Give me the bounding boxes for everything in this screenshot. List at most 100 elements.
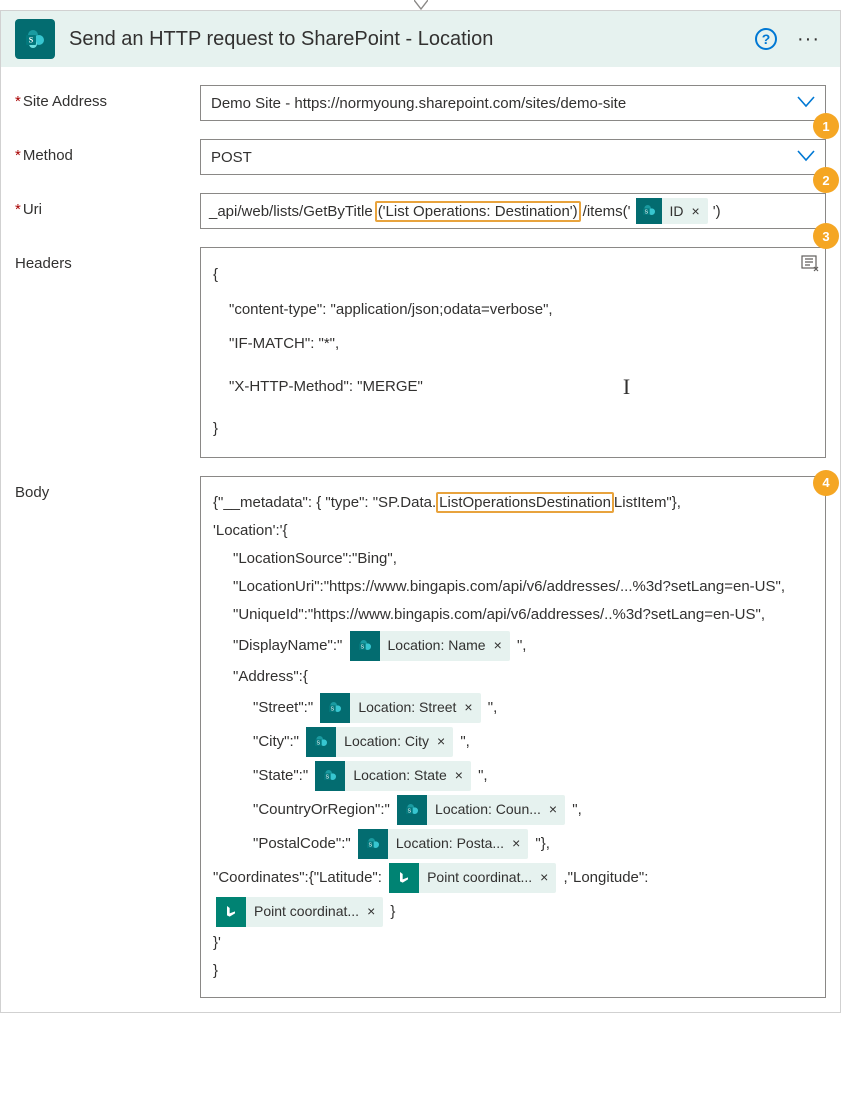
site-address-label: *Site Address	[15, 85, 180, 121]
token-remove-icon[interactable]: ×	[437, 730, 445, 752]
headers-line: "IF-MATCH": "*",	[213, 327, 339, 362]
body-line: "UniqueId":"https://www.bingapis.com/api…	[213, 603, 813, 627]
action-card: S Send an HTTP request to SharePoint - L…	[0, 10, 841, 1013]
token-label: Location: City	[344, 730, 429, 752]
help-icon[interactable]: ?	[755, 28, 777, 50]
bing-token-icon	[216, 897, 246, 927]
body-line: {"__metadata": { "type": "SP.Data.ListOp…	[213, 491, 813, 515]
uri-input[interactable]: _api/web/lists/GetByTitle('List Operatio…	[200, 193, 826, 229]
method-value: POST	[211, 149, 252, 166]
sharepoint-token-icon: S	[315, 761, 345, 791]
chevron-down-icon	[797, 95, 815, 112]
body-line: "City":" SLocation: City× ",	[213, 727, 813, 757]
token-remove-icon[interactable]: ×	[367, 900, 375, 922]
headers-line: {	[213, 266, 218, 283]
token-label: Location: Coun...	[435, 798, 541, 820]
dynamic-token-longitude[interactable]: Point coordinat... ×	[216, 897, 383, 927]
headers-line: }	[213, 420, 218, 437]
token-label: Point coordinat...	[254, 900, 359, 922]
svg-text:S: S	[360, 644, 364, 650]
body-line: "LocationSource":"Bing",	[213, 547, 813, 571]
body-line: "LocationUri":"https://www.bingapis.com/…	[213, 575, 813, 599]
annotation-badge-1: 1	[813, 113, 839, 139]
token-label: Location: State	[353, 764, 446, 786]
body-line: "DisplayName":" S Location: Name× ",	[213, 631, 813, 661]
uri-row: *Uri _api/web/lists/GetByTitle('List Ope…	[15, 193, 826, 229]
body-line: "CountryOrRegion":" SLocation: Coun...× …	[213, 795, 813, 825]
svg-text:S: S	[644, 209, 648, 215]
annotation-badge-4: 4	[813, 470, 839, 496]
body-line: 'Location':'{	[213, 519, 813, 543]
body-line: Point coordinat...× }	[213, 897, 813, 927]
sharepoint-icon: S	[15, 19, 55, 59]
svg-text:S: S	[317, 740, 321, 746]
dynamic-token-location-name[interactable]: S Location: Name ×	[350, 631, 510, 661]
body-line: "Coordinates":{"Latitude": Point coordin…	[213, 863, 813, 893]
uri-highlight: ('List Operations: Destination')	[375, 201, 581, 222]
body-highlight: ListOperationsDestination	[436, 492, 614, 513]
dynamic-token-id[interactable]: S ID ×	[636, 198, 708, 224]
method-label: *Method	[15, 139, 180, 175]
headers-row: Headers { "content-type": "application/j…	[15, 247, 826, 458]
body-line: "Street":" SLocation: Street× ",	[213, 693, 813, 723]
site-address-row: *Site Address Demo Site - https://normyo…	[15, 85, 826, 121]
headers-input[interactable]: { "content-type": "application/json;odat…	[200, 247, 826, 458]
svg-text:S: S	[29, 36, 34, 45]
uri-label: *Uri	[15, 193, 180, 229]
sharepoint-token-icon: S	[636, 198, 662, 224]
bing-token-icon	[389, 863, 419, 893]
body-line: "PostalCode":" SLocation: Posta...× "},	[213, 829, 813, 859]
body-input[interactable]: {"__metadata": { "type": "SP.Data.ListOp…	[200, 476, 826, 998]
sharepoint-token-icon: S	[306, 727, 336, 757]
flow-connector-arrow	[414, 0, 428, 10]
uri-text-suffix: ')	[713, 203, 721, 220]
svg-text:S: S	[368, 842, 372, 848]
dynamic-token-location-street[interactable]: S Location: Street ×	[320, 693, 480, 723]
headers-line: "content-type": "application/json;odata=…	[213, 293, 553, 328]
dynamic-token-location-postal[interactable]: S Location: Posta... ×	[358, 829, 528, 859]
chevron-down-icon	[797, 149, 815, 166]
method-dropdown[interactable]: POST	[200, 139, 826, 175]
svg-text:S: S	[408, 808, 412, 814]
svg-text:S: S	[326, 774, 330, 780]
dynamic-token-latitude[interactable]: Point coordinat... ×	[389, 863, 556, 893]
body-line: "Address":{	[213, 665, 813, 689]
token-remove-icon[interactable]: ×	[494, 634, 502, 656]
dynamic-token-location-country[interactable]: S Location: Coun... ×	[397, 795, 565, 825]
headers-label: Headers	[15, 247, 180, 458]
token-label: Location: Name	[388, 634, 486, 656]
method-row: *Method POST 2	[15, 139, 826, 175]
headers-line: "X-HTTP-Method": "MERGE"	[213, 370, 423, 405]
token-remove-icon[interactable]: ×	[464, 696, 472, 718]
token-remove-icon[interactable]: ×	[540, 866, 548, 888]
sharepoint-token-icon: S	[350, 631, 380, 661]
site-address-value: Demo Site - https://normyoung.sharepoint…	[211, 95, 626, 112]
token-label: Point coordinat...	[427, 866, 532, 888]
dynamic-token-location-state[interactable]: S Location: State ×	[315, 761, 471, 791]
token-remove-icon[interactable]: ×	[549, 798, 557, 820]
annotation-badge-2: 2	[813, 167, 839, 193]
switch-to-text-icon[interactable]	[800, 253, 822, 275]
text-cursor-icon: I	[623, 362, 630, 413]
card-header[interactable]: S Send an HTTP request to SharePoint - L…	[1, 11, 840, 67]
svg-text:S: S	[331, 706, 335, 712]
annotation-badge-3: 3	[813, 223, 839, 249]
site-address-dropdown[interactable]: Demo Site - https://normyoung.sharepoint…	[200, 85, 826, 121]
body-line: "State":" SLocation: State× ",	[213, 761, 813, 791]
token-remove-icon[interactable]: ×	[512, 832, 520, 854]
dynamic-token-location-city[interactable]: S Location: City ×	[306, 727, 453, 757]
more-menu-icon[interactable]: ···	[791, 28, 826, 51]
token-remove-icon[interactable]: ×	[692, 203, 700, 219]
token-label: Location: Street	[358, 696, 456, 718]
body-line: }'	[213, 931, 813, 955]
token-label: Location: Posta...	[396, 832, 504, 854]
body-row: Body 4 {"__metadata": { "type": "SP.Data…	[15, 476, 826, 998]
body-label: Body	[15, 476, 180, 998]
token-remove-icon[interactable]: ×	[455, 764, 463, 786]
card-title: Send an HTTP request to SharePoint - Loc…	[69, 28, 741, 51]
body-line: }	[213, 959, 813, 983]
uri-text-mid: /items('	[583, 203, 631, 220]
uri-text-prefix: _api/web/lists/GetByTitle	[209, 203, 373, 220]
sharepoint-token-icon: S	[358, 829, 388, 859]
token-label: ID	[670, 203, 684, 219]
